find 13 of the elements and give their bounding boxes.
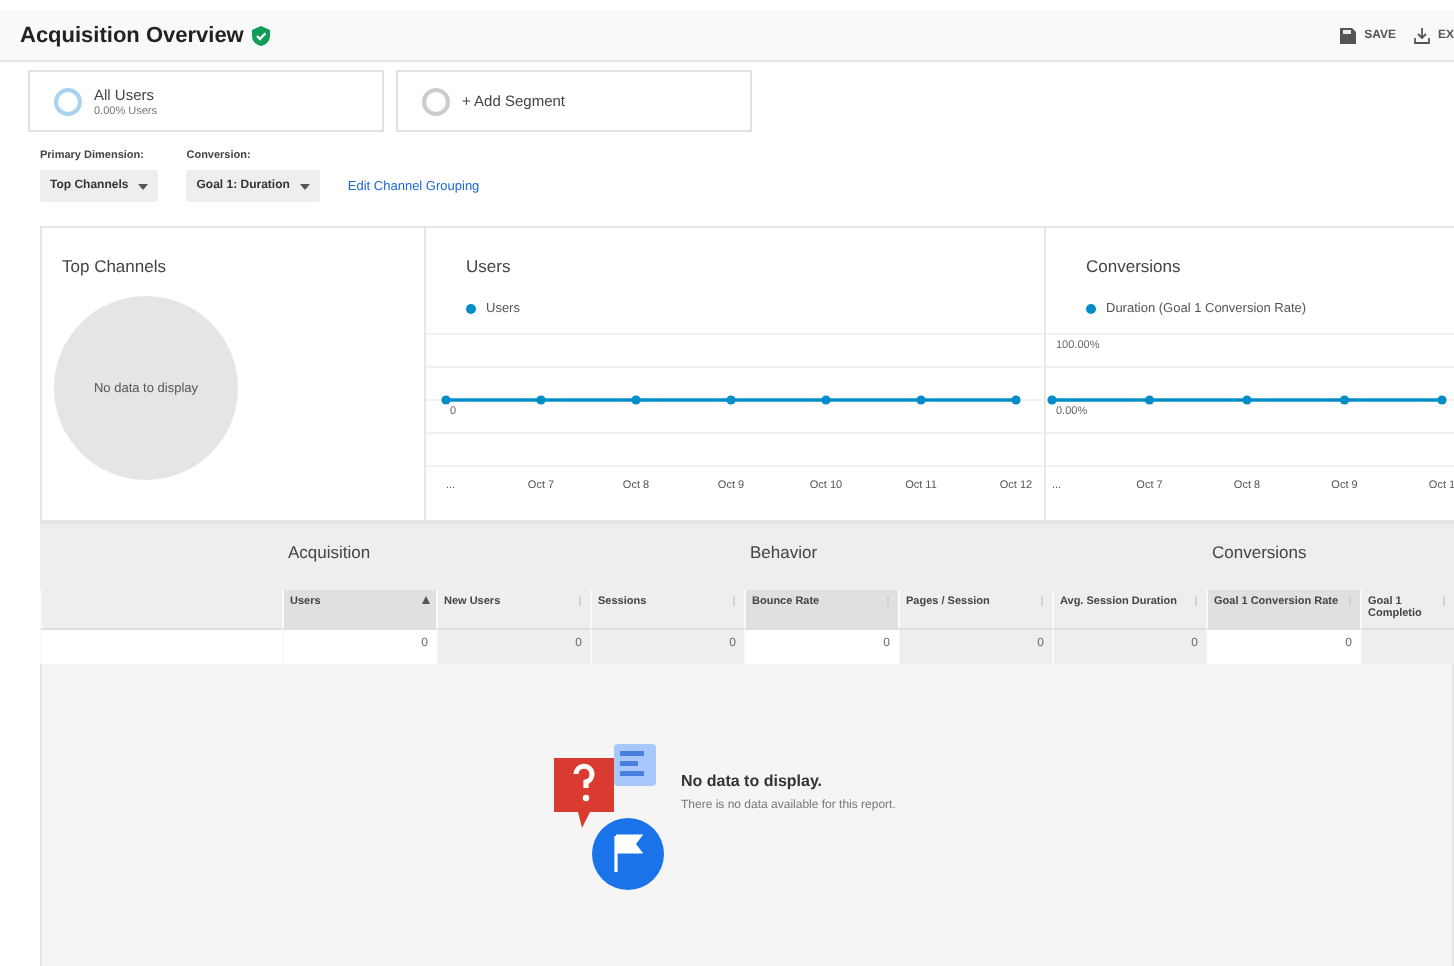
empty-state-title: No data to display. xyxy=(681,772,825,791)
chart-title: Conversions xyxy=(1084,256,1183,276)
legend-dot xyxy=(466,304,476,314)
legend-dot xyxy=(1086,304,1096,314)
page-title: Acquisition Overview xyxy=(20,23,244,47)
column-group-heading: Behavior xyxy=(750,542,818,562)
chart-title: Users xyxy=(464,256,513,276)
column-group-heading: Acquisition xyxy=(288,542,371,562)
download-icon xyxy=(1413,27,1430,43)
panel-title: Top Channels xyxy=(62,256,168,276)
caret-icon xyxy=(138,183,149,189)
caret-icon xyxy=(299,183,310,189)
column-group-heading: Conversions xyxy=(1212,542,1307,562)
